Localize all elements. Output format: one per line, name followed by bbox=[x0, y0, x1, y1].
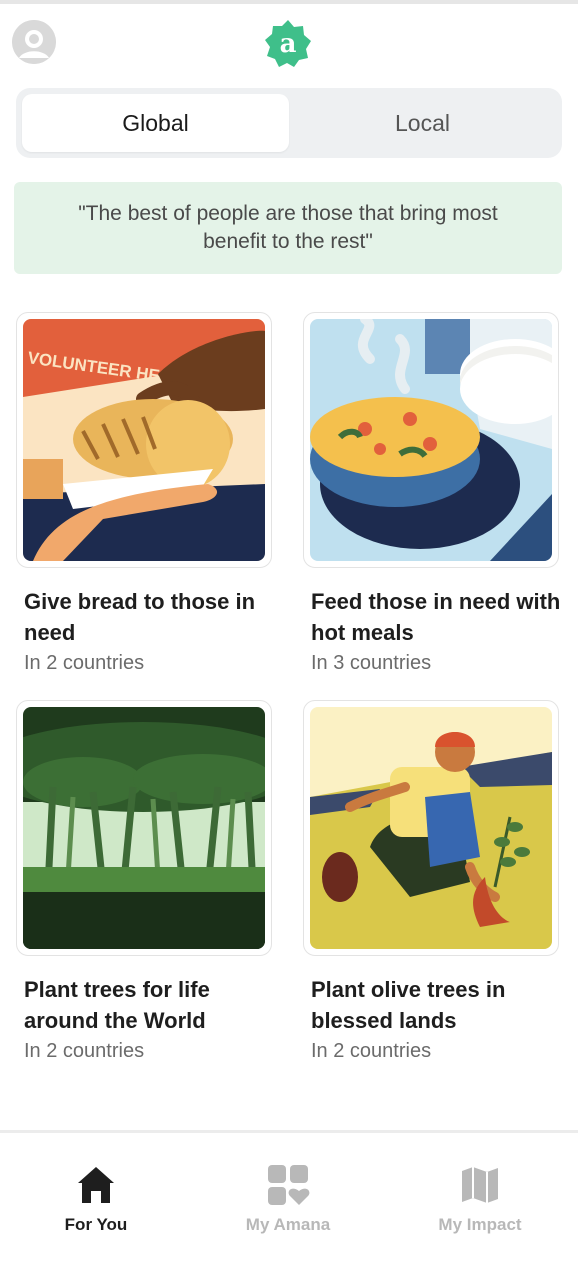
card-image: VOLUNTEER HE bbox=[16, 312, 272, 568]
card-image bbox=[303, 700, 559, 956]
card-subtitle: In 2 countries bbox=[24, 652, 145, 674]
user-avatar-icon[interactable] bbox=[12, 20, 56, 64]
bottom-navigation: For You My Amana My Impact bbox=[0, 1130, 578, 1280]
tab-global[interactable]: Global bbox=[22, 94, 289, 152]
card-subtitle: In 2 countries bbox=[24, 1040, 145, 1062]
card-title: Give bread to those in need bbox=[24, 589, 256, 645]
grid-heart-icon bbox=[266, 1163, 310, 1207]
tab-local[interactable]: Local bbox=[289, 94, 556, 152]
card-subtitle: In 3 countries bbox=[311, 652, 432, 674]
map-icon bbox=[458, 1163, 502, 1207]
home-icon bbox=[74, 1163, 118, 1207]
app-logo: a bbox=[263, 18, 313, 68]
scope-switcher: Global Local bbox=[16, 88, 562, 158]
card-title: Feed those in need with hot meals bbox=[311, 589, 561, 645]
quote-banner: "The best of people are those that bring… bbox=[14, 182, 562, 274]
nav-label: For You bbox=[64, 1215, 128, 1234]
nav-my-impact[interactable]: My Impact bbox=[384, 1133, 576, 1280]
nav-for-you[interactable]: For You bbox=[0, 1133, 192, 1280]
nav-label: My Amana bbox=[245, 1215, 331, 1234]
campaign-card-bread[interactable]: VOLUNTEER HE Give bread to those in need… bbox=[16, 312, 272, 675]
card-title: Plant olive trees in blessed lands bbox=[311, 977, 506, 1033]
card-image bbox=[303, 312, 559, 568]
nav-label: My Impact bbox=[438, 1215, 522, 1234]
card-subtitle: In 2 countries bbox=[311, 1040, 432, 1062]
logo-letter: a bbox=[280, 29, 297, 59]
nav-my-amana[interactable]: My Amana bbox=[192, 1133, 384, 1280]
card-title: Plant trees for life around the World bbox=[24, 977, 210, 1033]
campaign-card-hot-meals[interactable]: Feed those in need with hot meals In 3 c… bbox=[303, 312, 561, 675]
card-image bbox=[16, 700, 272, 956]
campaign-card-forest[interactable]: Plant trees for life around the World In… bbox=[16, 700, 272, 1063]
app-header: a bbox=[0, 4, 578, 84]
campaign-card-olive-trees[interactable]: Plant olive trees in blessed lands In 2 … bbox=[303, 700, 559, 1063]
